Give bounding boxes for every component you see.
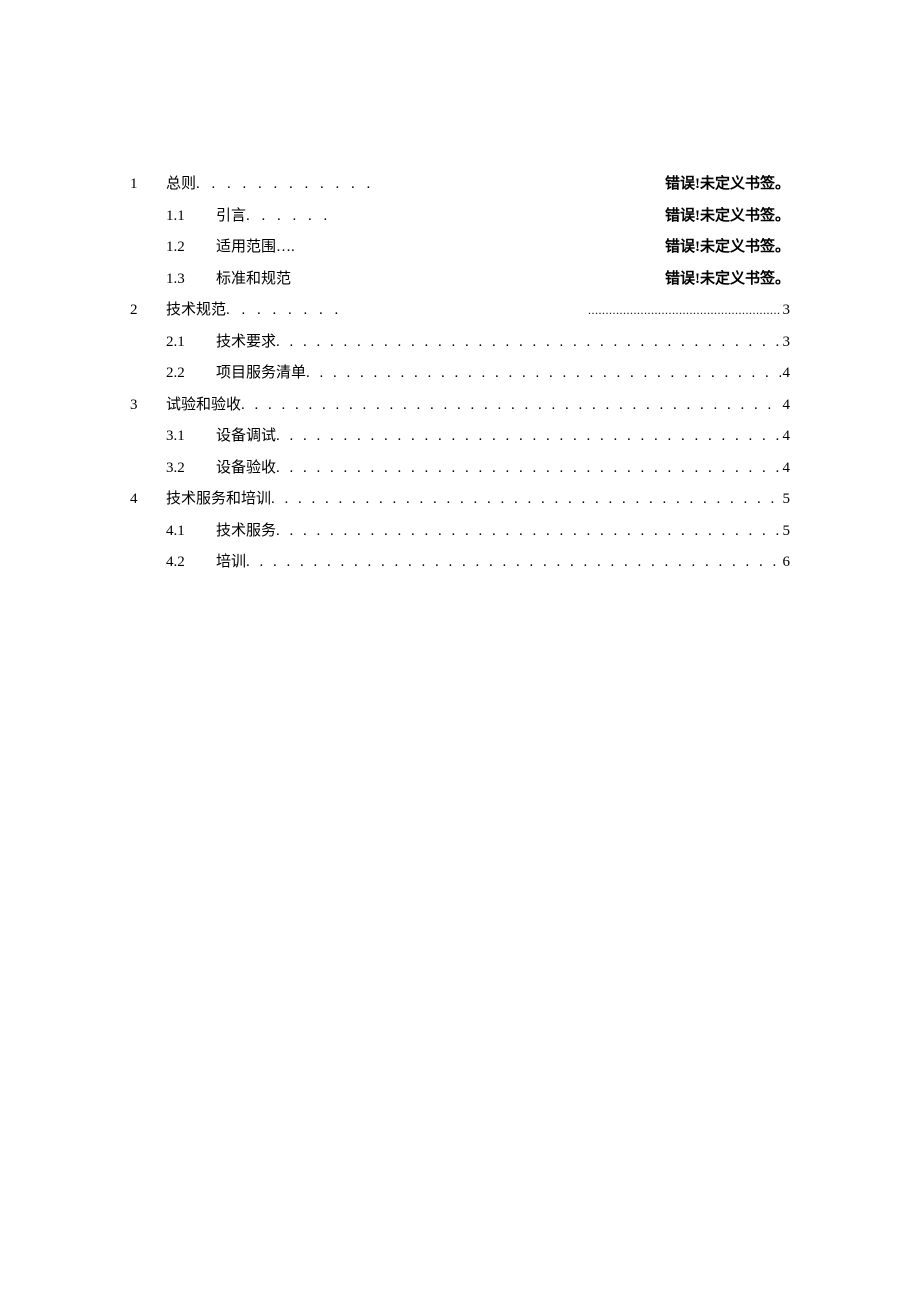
toc-subsection-number: 1.1 [166, 204, 216, 230]
toc-page-number: 4 [781, 361, 791, 387]
toc-leader-dots: . . . . . . . . . . . . . . . . . . . . … [271, 487, 780, 513]
toc-error-bookmark: 错误!未定义书签。 [665, 267, 790, 293]
toc-title: 培训 [216, 550, 246, 576]
toc-page-number: 5 [781, 487, 791, 513]
toc-leader-dots: . . . . . . . . . . . . . . . . . . . . … [241, 393, 780, 419]
toc-entry: 3试验和验收. . . . . . . . . . . . . . . . . … [130, 393, 790, 419]
toc-title: 技术服务 [216, 519, 276, 545]
toc-entry: 2技术规范. . . . . . . .....................… [130, 298, 790, 324]
toc-title: 试验和验收 [166, 393, 241, 419]
toc-section-number: 2 [130, 298, 166, 324]
toc-title: 引言 [216, 204, 246, 230]
toc-title: 技术规范 [166, 298, 226, 324]
toc-entry: 3.1设备调试. . . . . . . . . . . . . . . . .… [130, 424, 790, 450]
toc-short-dots: . [291, 235, 299, 261]
toc-entry: 4.1技术服务. . . . . . . . . . . . . . . . .… [130, 519, 790, 545]
toc-page-number: 4 [781, 393, 791, 419]
toc-entry: 3.2设备验收. . . . . . . . . . . . . . . . .… [130, 456, 790, 482]
toc-section-number: 1 [130, 172, 166, 198]
toc-title: 设备调试 [216, 424, 276, 450]
toc-entry: 1.2适用范围…. 错误!未定义书签。 [130, 235, 790, 261]
toc-fine-dots: ........................................… [588, 300, 781, 320]
toc-short-dots: . . . . . . . . [226, 298, 342, 324]
toc-page-number: 4 [781, 456, 791, 482]
toc-title: 技术要求 [216, 330, 276, 356]
toc-entry: 1.3标准和规范 错误!未定义书签。 [130, 267, 790, 293]
toc-entry: 1.1引言. . . . . . 错误!未定义书签。 [130, 204, 790, 230]
toc-page-number: 6 [781, 550, 791, 576]
toc-title: 设备验收 [216, 456, 276, 482]
toc-entry: 1总则. . . . . . . . . . . . 错误!未定义书签。 [130, 172, 790, 198]
toc-entry: 4技术服务和培训. . . . . . . . . . . . . . . . … [130, 487, 790, 513]
toc-short-dots: . . . . . . [246, 204, 331, 230]
toc-page-number: 3 [781, 330, 791, 356]
toc-title: 项目服务清单 [216, 361, 306, 387]
toc-entry: 4.2培训. . . . . . . . . . . . . . . . . .… [130, 550, 790, 576]
toc-leader-dots: . . . . . . . . . . . . . . . . . . . . … [276, 424, 780, 450]
toc-subsection-number: 4.2 [166, 550, 216, 576]
toc-subsection-number: 2.1 [166, 330, 216, 356]
toc-subsection-number: 2.2 [166, 361, 216, 387]
toc-leader-dots: . . . . . . . . . . . . . . . . . . . . … [246, 550, 780, 576]
toc-title: 标准和规范 [216, 267, 291, 293]
toc-subsection-number: 3.2 [166, 456, 216, 482]
toc-page-number: 5 [781, 519, 791, 545]
toc-subsection-number: 1.2 [166, 235, 216, 261]
toc-leader-dots: . . . . . . . . . . . . . . . . . . . . … [276, 519, 780, 545]
toc-section-number: 3 [130, 393, 166, 419]
toc-short-dots: . . . . . . . . . . . . [196, 172, 374, 198]
toc-subsection-number: 1.3 [166, 267, 216, 293]
toc-error-bookmark: 错误!未定义书签。 [665, 172, 790, 198]
toc-error-bookmark: 错误!未定义书签。 [665, 235, 790, 261]
toc-title: 适用范围… [216, 235, 291, 261]
toc-title: 技术服务和培训 [166, 487, 271, 513]
toc-section-number: 4 [130, 487, 166, 513]
toc-leader-dots: . . . . . . . . . . . . . . . . . . . . … [306, 361, 780, 387]
toc-subsection-number: 3.1 [166, 424, 216, 450]
toc-error-bookmark: 错误!未定义书签。 [665, 204, 790, 230]
table-of-contents: 1总则. . . . . . . . . . . .错误!未定义书签。1.1引言… [130, 172, 790, 576]
toc-title: 总则 [166, 172, 196, 198]
toc-page-number: 4 [781, 424, 791, 450]
toc-page-number: 3 [781, 298, 791, 324]
toc-leader-dots: . . . . . . . . . . . . . . . . . . . . … [276, 330, 780, 356]
toc-entry: 2.2项目服务清单. . . . . . . . . . . . . . . .… [130, 361, 790, 387]
toc-entry: 2.1技术要求. . . . . . . . . . . . . . . . .… [130, 330, 790, 356]
toc-subsection-number: 4.1 [166, 519, 216, 545]
toc-leader-dots: . . . . . . . . . . . . . . . . . . . . … [276, 456, 780, 482]
